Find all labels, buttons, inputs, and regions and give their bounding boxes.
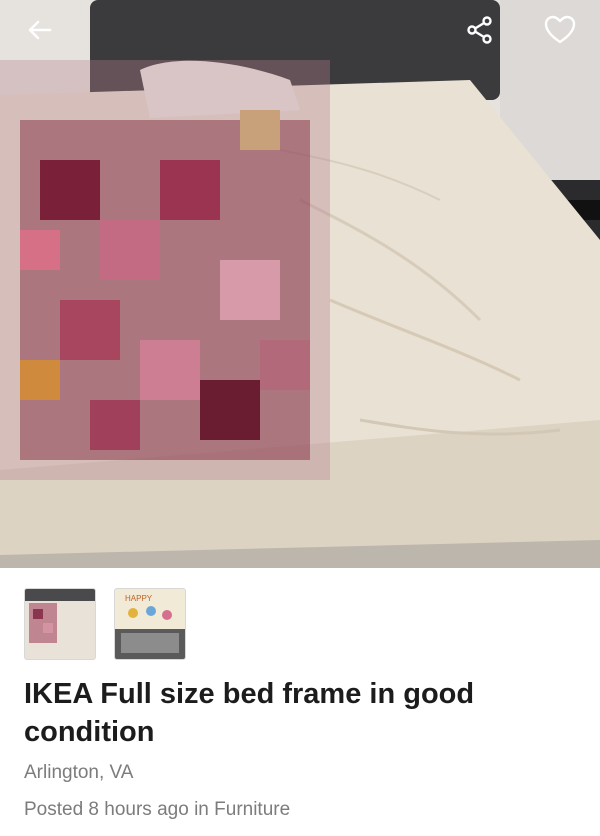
bed-photo-image (0, 0, 600, 568)
posted-time: Posted 8 hours ago in (24, 799, 215, 820)
listing-photo[interactable] (0, 0, 600, 568)
thumbnail-strip: HAPPY (24, 588, 186, 660)
svg-text:HAPPY: HAPPY (125, 594, 153, 603)
thumbnail-2[interactable]: HAPPY (114, 588, 186, 660)
heart-icon (544, 15, 576, 44)
back-button[interactable] (20, 10, 60, 50)
category-link[interactable]: Furniture (214, 799, 290, 820)
favorite-button[interactable] (540, 10, 580, 50)
share-button[interactable] (460, 10, 500, 50)
thumbnail-bed-image (25, 589, 95, 659)
thumbnail-1[interactable] (24, 588, 96, 660)
back-arrow-icon (28, 20, 52, 40)
listing-title: IKEA Full size bed frame in good conditi… (24, 678, 475, 748)
thumbnail-frame-image: HAPPY (115, 589, 185, 659)
listing-location: Arlington, VA (24, 762, 134, 783)
share-icon (467, 16, 492, 44)
posted-info: Posted 8 hours ago in Furniture (24, 799, 290, 821)
